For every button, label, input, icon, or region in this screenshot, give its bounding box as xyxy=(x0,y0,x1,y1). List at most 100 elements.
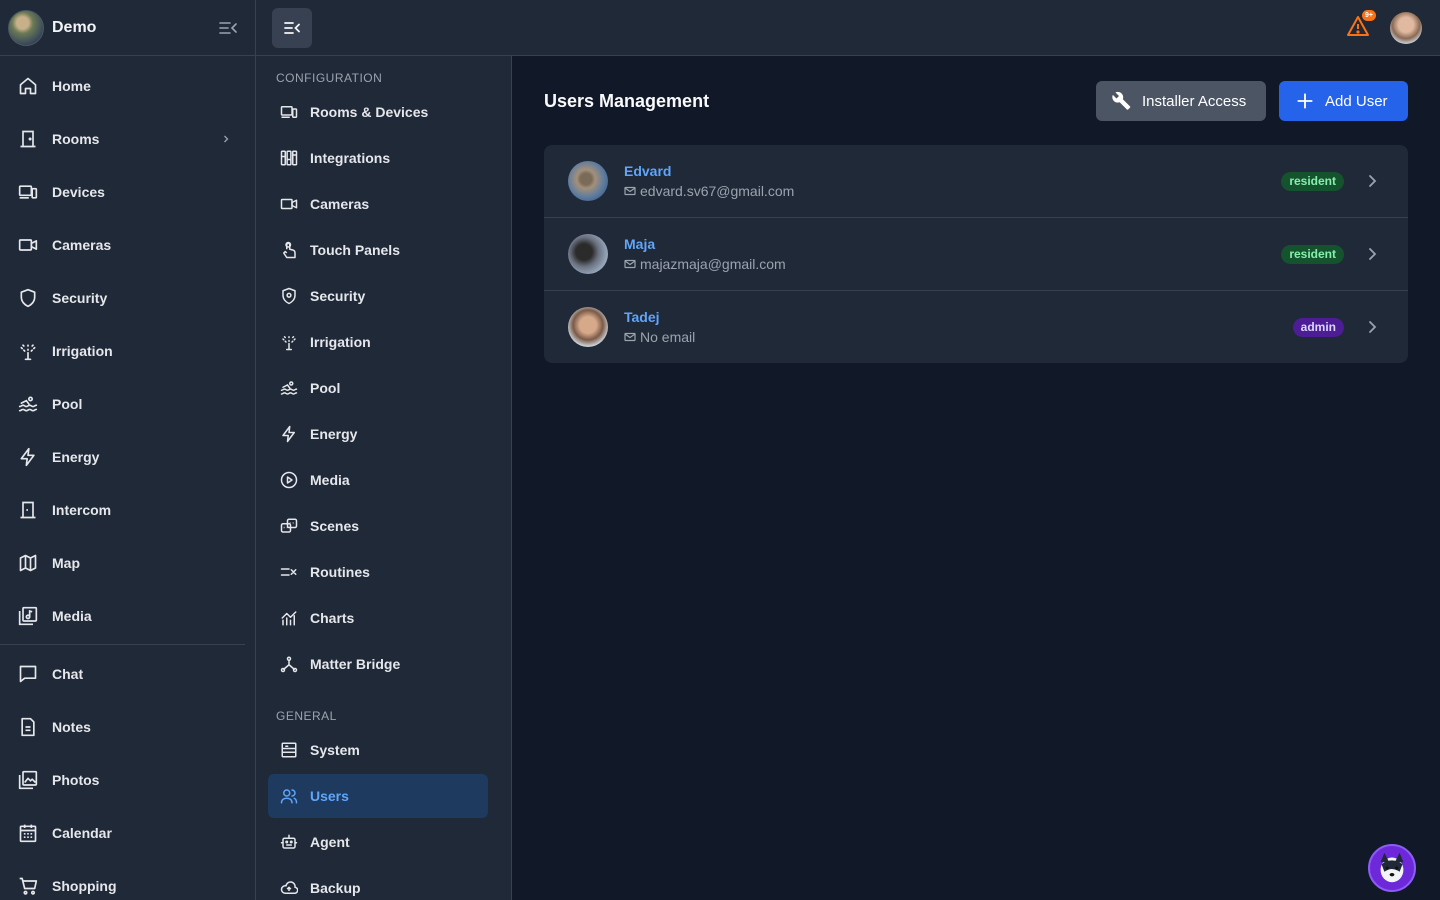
nav-label: Irrigation xyxy=(52,342,113,359)
settings-item-agent[interactable]: Agent xyxy=(268,820,488,864)
nav-label: Media xyxy=(52,607,92,624)
installer-access-label: Installer Access xyxy=(1142,92,1247,110)
bolt-icon xyxy=(280,425,298,443)
add-user-button[interactable]: Add User xyxy=(1279,81,1408,121)
dog-icon xyxy=(1380,852,1404,883)
network-icon xyxy=(280,655,298,673)
media-library-icon xyxy=(18,606,38,626)
alerts-count-badge: 9+ xyxy=(1362,10,1376,21)
users-list: Edvard edvard.sv67@gmail.com resident Ma… xyxy=(544,145,1408,363)
settings-item-cameras[interactable]: Cameras xyxy=(268,182,488,226)
user-email: No email xyxy=(624,327,1293,347)
nav-item-photos[interactable]: Photos xyxy=(0,753,255,806)
nav-item-shopping[interactable]: Shopping xyxy=(0,859,255,900)
settings-item-rooms-devices[interactable]: Rooms & Devices xyxy=(268,90,488,134)
installer-access-button[interactable]: Installer Access xyxy=(1096,81,1266,121)
nav-item-calendar[interactable]: Calendar xyxy=(0,806,255,859)
nav-divider xyxy=(0,644,245,645)
nav-label: Shopping xyxy=(52,877,117,894)
settings-item-backup[interactable]: Backup xyxy=(268,866,488,900)
user-row[interactable]: Maja majazmaja@gmail.com resident xyxy=(544,218,1408,291)
shield-icon xyxy=(18,288,38,308)
main-content: Users Management Installer Access Add Us… xyxy=(512,56,1440,900)
nav-item-irrigation[interactable]: Irrigation xyxy=(0,324,255,377)
nav-label: Photos xyxy=(52,771,100,788)
nav-label: Chat xyxy=(52,665,84,682)
assistant-avatar-button[interactable] xyxy=(1368,844,1416,892)
home-avatar[interactable] xyxy=(8,9,44,46)
nav-item-media[interactable]: Media xyxy=(0,589,255,642)
pool-icon xyxy=(18,394,38,414)
settings-item-media[interactable]: Media xyxy=(268,458,488,502)
user-email-text: majazmaja@gmail.com xyxy=(640,255,786,272)
user-row[interactable]: Tadej No email admin xyxy=(544,291,1408,363)
nav-item-chat[interactable]: Chat xyxy=(0,647,255,700)
chevron-right-icon xyxy=(1364,173,1380,189)
nav-label: Calendar xyxy=(52,824,112,841)
routines-icon xyxy=(280,563,298,581)
photos-icon xyxy=(18,770,38,790)
pool-icon xyxy=(280,379,298,397)
settings-item-routines[interactable]: Routines xyxy=(268,550,488,594)
settings-item-system[interactable]: System xyxy=(268,728,488,772)
user-name: Edvard xyxy=(624,162,672,179)
settings-item-matter-bridge[interactable]: Matter Bridge xyxy=(268,642,488,686)
chevron-right-icon xyxy=(1364,319,1380,335)
settings-item-label: Cameras xyxy=(310,196,370,212)
nav-item-security[interactable]: Security xyxy=(0,271,255,324)
settings-item-energy[interactable]: Energy xyxy=(268,412,488,456)
alerts-button[interactable]: 9+ xyxy=(1346,10,1376,38)
nav-item-energy[interactable]: Energy xyxy=(0,430,255,483)
user-name: Tadej xyxy=(624,308,660,325)
settings-item-scenes[interactable]: Scenes xyxy=(268,504,488,548)
mail-icon xyxy=(624,258,636,270)
nav-label: Security xyxy=(52,289,108,306)
role-badge: resident xyxy=(1281,171,1344,191)
nav-item-map[interactable]: Map xyxy=(0,536,255,589)
nav-item-home[interactable]: Home xyxy=(0,59,255,112)
section-title-general: GENERAL xyxy=(276,709,337,723)
toggle-config-menu-button[interactable] xyxy=(272,8,312,48)
user-row[interactable]: Edvard edvard.sv67@gmail.com resident xyxy=(544,145,1408,218)
collapse-sidebar-icon[interactable] xyxy=(217,17,239,39)
settings-item-security[interactable]: Security xyxy=(268,274,488,318)
nav-label: Rooms xyxy=(52,130,100,147)
video-icon xyxy=(18,235,38,255)
cart-icon xyxy=(18,876,38,896)
nav-label: Map xyxy=(52,554,80,571)
settings-item-label: Backup xyxy=(310,880,361,896)
nav-item-devices[interactable]: Devices xyxy=(0,165,255,218)
nav-item-pool[interactable]: Pool xyxy=(0,377,255,430)
profile-avatar[interactable] xyxy=(1390,12,1422,44)
home-name: Demo xyxy=(52,18,97,36)
users-icon xyxy=(280,787,298,805)
settings-item-charts[interactable]: Charts xyxy=(268,596,488,640)
user-email: edvard.sv67@gmail.com xyxy=(624,181,1281,201)
nav-item-cameras[interactable]: Cameras xyxy=(0,218,255,271)
user-email-text: edvard.sv67@gmail.com xyxy=(640,182,795,199)
settings-item-touch-panels[interactable]: Touch Panels xyxy=(268,228,488,272)
nav-item-notes[interactable]: Notes xyxy=(0,700,255,753)
nav-item-intercom[interactable]: Intercom xyxy=(0,483,255,536)
settings-item-pool[interactable]: Pool xyxy=(268,366,488,410)
settings-item-users[interactable]: Users xyxy=(268,774,488,818)
top-bar: 9+ xyxy=(256,0,1440,56)
scenes-icon xyxy=(280,517,298,535)
user-name: Maja xyxy=(624,235,656,252)
chart-icon xyxy=(280,609,298,627)
nav-item-rooms[interactable]: Rooms xyxy=(0,112,255,165)
settings-item-integrations[interactable]: Integrations xyxy=(268,136,488,180)
sprinkler-icon xyxy=(280,333,298,351)
rooms-devices-icon xyxy=(280,103,298,121)
devices-icon xyxy=(18,182,38,202)
touch-icon xyxy=(280,241,298,259)
bolt-icon xyxy=(18,447,38,467)
role-badge: resident xyxy=(1281,244,1344,264)
mail-icon xyxy=(624,185,636,197)
brand-header: Demo xyxy=(0,0,255,56)
nav-label: Intercom xyxy=(52,501,112,518)
chevron-right-icon xyxy=(221,134,231,144)
nav-label: Energy xyxy=(52,448,100,465)
user-email: majazmaja@gmail.com xyxy=(624,254,1281,274)
settings-item-irrigation[interactable]: Irrigation xyxy=(268,320,488,364)
